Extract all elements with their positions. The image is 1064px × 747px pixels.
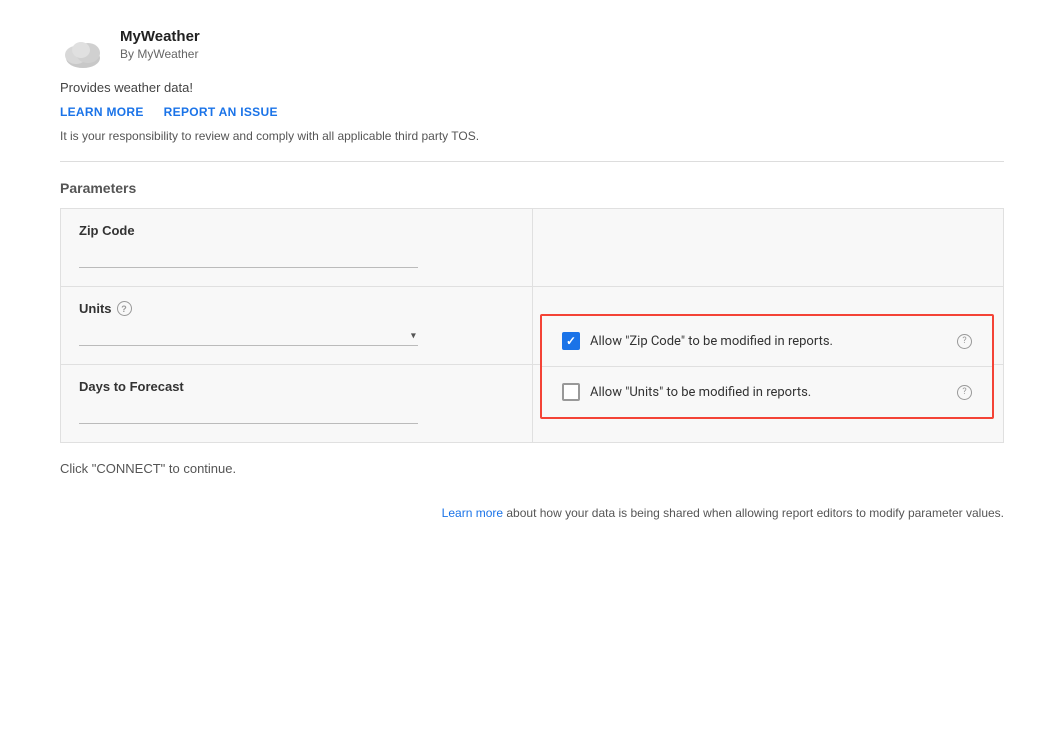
zip-code-allow-checkbox[interactable]: ✓ <box>562 332 580 350</box>
units-help-icon[interactable]: ? <box>117 301 132 316</box>
units-select-wrapper: Imperial Metric ▾ <box>79 326 418 346</box>
app-header: MyWeather By MyWeather <box>60 28 1004 70</box>
app-description: Provides weather data! <box>60 80 1004 95</box>
action-links: LEARN MORE REPORT AN ISSUE <box>60 105 1004 119</box>
footer-learn-more: Learn more about how your data is being … <box>60 506 1004 520</box>
units-allow-label: Allow "Units" to be modified in reports. <box>590 385 951 400</box>
days-forecast-left: Days to Forecast <box>61 365 533 443</box>
zip-code-allow-label: Allow "Zip Code" to be modified in repor… <box>590 334 951 349</box>
parameters-heading: Parameters <box>60 180 1004 196</box>
app-title: MyWeather <box>120 28 200 45</box>
allow-modify-overlay: ✓ Allow "Zip Code" to be modified in rep… <box>540 314 994 419</box>
app-by: By MyWeather <box>120 47 200 61</box>
zip-code-allow-row: ✓ Allow "Zip Code" to be modified in rep… <box>542 316 992 366</box>
report-issue-link[interactable]: REPORT AN ISSUE <box>164 105 278 119</box>
zip-code-input[interactable] <box>79 248 418 268</box>
units-label: Units ? <box>79 301 514 316</box>
zip-code-right <box>532 209 1004 287</box>
connect-hint: Click "CONNECT" to continue. <box>60 461 1004 476</box>
units-left: Units ? Imperial Metric ▾ <box>61 287 533 365</box>
days-forecast-label: Days to Forecast <box>79 379 514 394</box>
units-allow-row: Allow "Units" to be modified in reports.… <box>542 366 992 417</box>
days-forecast-input[interactable] <box>79 404 418 424</box>
divider <box>60 161 1004 162</box>
footer: Click "CONNECT" to continue. Learn more … <box>0 443 1064 538</box>
units-select[interactable]: Imperial Metric <box>79 326 418 346</box>
footer-learn-more-link[interactable]: Learn more <box>442 506 503 520</box>
app-info: MyWeather By MyWeather <box>120 28 200 61</box>
zip-code-row: Zip Code <box>61 209 1004 287</box>
units-allow-checkbox[interactable] <box>562 383 580 401</box>
zip-code-allow-help-icon[interactable]: ? <box>957 334 972 349</box>
tos-notice: It is your responsibility to review and … <box>60 129 1004 143</box>
learn-more-link[interactable]: LEARN MORE <box>60 105 144 119</box>
zip-code-label: Zip Code <box>79 223 514 238</box>
app-cloud-icon <box>60 30 106 70</box>
allow-modify-box: ✓ Allow "Zip Code" to be modified in rep… <box>540 314 994 419</box>
units-allow-help-icon[interactable]: ? <box>957 385 972 400</box>
zip-code-left: Zip Code <box>61 209 533 287</box>
top-section: MyWeather By MyWeather Provides weather … <box>0 0 1064 162</box>
